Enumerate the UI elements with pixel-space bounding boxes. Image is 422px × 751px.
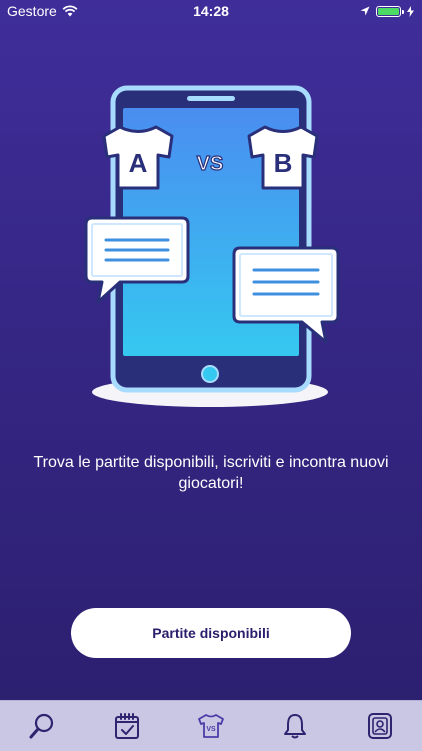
battery-icon	[376, 5, 404, 17]
tab-search[interactable]	[12, 701, 72, 751]
versus-label: VS	[197, 153, 224, 175]
shirt-vs-icon: VS	[198, 714, 224, 738]
bell-icon	[284, 714, 307, 739]
team-b-letter: B	[274, 148, 293, 178]
status-time: 14:28	[193, 3, 229, 19]
tab-notifications[interactable]	[265, 701, 325, 751]
tab-vs-label: VS	[206, 726, 216, 733]
tab-profile[interactable]	[350, 701, 410, 751]
status-bar: Gestore 14:28	[0, 0, 422, 22]
onboarding-illustration: A VS B	[84, 85, 340, 407]
battery-level	[378, 7, 399, 15]
calendar-check-icon	[114, 713, 139, 739]
tab-matches[interactable]: VS	[181, 701, 241, 751]
available-matches-button[interactable]: Partite disponibili	[71, 608, 351, 658]
tab-calendar[interactable]	[97, 701, 157, 751]
tab-bar: VS	[0, 700, 422, 751]
onboarding-caption: Trova le partite disponibili, iscriviti …	[33, 454, 389, 492]
search-icon	[29, 713, 54, 739]
profile-card-icon	[367, 713, 392, 739]
team-a-letter: A	[129, 148, 148, 178]
